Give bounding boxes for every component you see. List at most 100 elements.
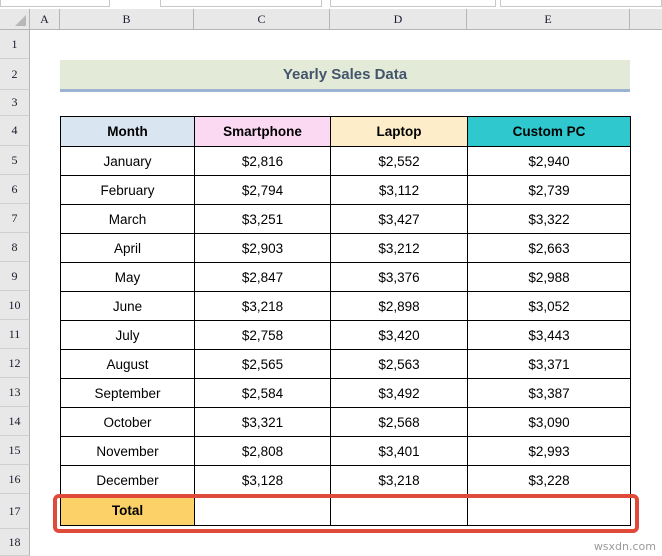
cell-smartphone[interactable]: $3,251 — [195, 205, 331, 234]
row-header-10[interactable]: 10 — [0, 291, 30, 320]
cell-laptop[interactable]: $3,427 — [331, 205, 468, 234]
cell-month[interactable]: October — [61, 408, 195, 437]
cell-smartphone[interactable]: $2,565 — [195, 350, 331, 379]
column-header-custom-pc: Custom PC — [468, 117, 631, 147]
table-row[interactable]: October $3,321 $2,568 $3,090 — [61, 408, 631, 437]
table-row[interactable]: November $2,808 $3,401 $2,993 — [61, 437, 631, 466]
table-row[interactable]: March $3,251 $3,427 $3,322 — [61, 205, 631, 234]
row-header-16[interactable]: 16 — [0, 465, 30, 494]
cell-smartphone[interactable]: $2,816 — [195, 147, 331, 176]
row-header-2[interactable]: 2 — [0, 59, 30, 90]
row-header-14[interactable]: 14 — [0, 407, 30, 436]
cell-custom-pc[interactable]: $2,988 — [468, 263, 631, 292]
cell-laptop[interactable]: $2,568 — [331, 408, 468, 437]
page-title: Yearly Sales Data — [60, 60, 630, 92]
column-header-d[interactable]: D — [330, 9, 467, 30]
cell-custom-pc[interactable]: $3,052 — [468, 292, 631, 321]
table-row[interactable]: January $2,816 $2,552 $2,940 — [61, 147, 631, 176]
cell-total-label[interactable]: Total — [61, 495, 195, 526]
row-header-18[interactable]: 18 — [0, 529, 30, 556]
column-header-a[interactable]: A — [30, 9, 60, 30]
row-header-9[interactable]: 9 — [0, 262, 30, 291]
column-header-b[interactable]: B — [60, 9, 194, 30]
cell-laptop[interactable]: $3,218 — [331, 466, 468, 495]
table-row[interactable]: December $3,128 $3,218 $3,228 — [61, 466, 631, 495]
row-header-5[interactable]: 5 — [0, 146, 30, 175]
cell-custom-pc[interactable]: $3,090 — [468, 408, 631, 437]
cell-laptop[interactable]: $3,376 — [331, 263, 468, 292]
table-row[interactable]: September $2,584 $3,492 $3,387 — [61, 379, 631, 408]
table-row[interactable]: June $3,218 $2,898 $3,052 — [61, 292, 631, 321]
cell-month[interactable]: February — [61, 176, 195, 205]
cell-smartphone[interactable]: $2,903 — [195, 234, 331, 263]
cell-laptop[interactable]: $3,401 — [331, 437, 468, 466]
row-header-17[interactable]: 17 — [0, 494, 30, 529]
cell-laptop[interactable]: $2,898 — [331, 292, 468, 321]
cell-month[interactable]: August — [61, 350, 195, 379]
select-all-triangle-icon — [15, 15, 26, 26]
cell-laptop[interactable]: $3,212 — [331, 234, 468, 263]
cell-laptop[interactable]: $2,563 — [331, 350, 468, 379]
table-total-row[interactable]: Total — [61, 495, 631, 526]
cell-custom-pc[interactable]: $3,228 — [468, 466, 631, 495]
row-header-7[interactable]: 7 — [0, 204, 30, 233]
cell-custom-pc[interactable]: $2,940 — [468, 147, 631, 176]
table-row[interactable]: April $2,903 $3,212 $2,663 — [61, 234, 631, 263]
cell-month[interactable]: January — [61, 147, 195, 176]
column-header-c[interactable]: C — [194, 9, 330, 30]
cell-smartphone[interactable]: $2,847 — [195, 263, 331, 292]
cell-custom-pc[interactable]: $2,739 — [468, 176, 631, 205]
row-header-11[interactable]: 11 — [0, 320, 30, 349]
cell-smartphone[interactable]: $3,128 — [195, 466, 331, 495]
cell-total-custom-pc[interactable] — [468, 495, 631, 526]
row-header-4[interactable]: 4 — [0, 116, 30, 146]
cell-month[interactable]: May — [61, 263, 195, 292]
cell-custom-pc[interactable]: $3,387 — [468, 379, 631, 408]
column-header-smartphone: Smartphone — [195, 117, 331, 147]
cell-month[interactable]: June — [61, 292, 195, 321]
cell-custom-pc[interactable]: $3,371 — [468, 350, 631, 379]
cell-laptop[interactable]: $3,420 — [331, 321, 468, 350]
cell-total-laptop[interactable] — [331, 495, 468, 526]
tab-segment-1[interactable] — [0, 0, 110, 7]
row-header-3[interactable]: 3 — [0, 90, 30, 116]
row-header-8[interactable]: 8 — [0, 233, 30, 262]
table-row[interactable]: July $2,758 $3,420 $3,443 — [61, 321, 631, 350]
cell-month[interactable]: March — [61, 205, 195, 234]
tab-segment-4[interactable] — [500, 0, 662, 7]
cell-smartphone[interactable]: $2,808 — [195, 437, 331, 466]
spreadsheet-canvas: A B C D E 1 2 3 4 5 6 7 8 9 10 11 12 13 … — [0, 0, 662, 556]
row-header-6[interactable]: 6 — [0, 175, 30, 204]
cell-smartphone[interactable]: $3,321 — [195, 408, 331, 437]
table-row[interactable]: August $2,565 $2,563 $3,371 — [61, 350, 631, 379]
row-header-1[interactable]: 1 — [0, 30, 30, 59]
cell-total-smartphone[interactable] — [195, 495, 331, 526]
cell-custom-pc[interactable]: $3,322 — [468, 205, 631, 234]
table-row[interactable]: May $2,847 $3,376 $2,988 — [61, 263, 631, 292]
cell-laptop[interactable]: $3,112 — [331, 176, 468, 205]
cell-month[interactable]: July — [61, 321, 195, 350]
select-all-corner[interactable] — [0, 9, 30, 30]
tab-segment-2[interactable] — [160, 0, 322, 7]
watermark: wsxdn.com — [594, 540, 656, 553]
cell-month[interactable]: November — [61, 437, 195, 466]
cell-laptop[interactable]: $3,492 — [331, 379, 468, 408]
row-header-12[interactable]: 12 — [0, 349, 30, 378]
cell-month[interactable]: December — [61, 466, 195, 495]
tab-segment-3[interactable] — [330, 0, 496, 7]
cell-smartphone[interactable]: $2,794 — [195, 176, 331, 205]
row-header-15[interactable]: 15 — [0, 436, 30, 465]
cell-month[interactable]: September — [61, 379, 195, 408]
row-header-13[interactable]: 13 — [0, 378, 30, 407]
cell-laptop[interactable]: $2,552 — [331, 147, 468, 176]
cell-custom-pc[interactable]: $2,663 — [468, 234, 631, 263]
cell-month[interactable]: April — [61, 234, 195, 263]
cell-smartphone[interactable]: $2,584 — [195, 379, 331, 408]
cell-custom-pc[interactable]: $2,993 — [468, 437, 631, 466]
cell-custom-pc[interactable]: $3,443 — [468, 321, 631, 350]
cell-smartphone[interactable]: $3,218 — [195, 292, 331, 321]
column-header-f[interactable] — [630, 9, 662, 30]
cell-smartphone[interactable]: $2,758 — [195, 321, 331, 350]
table-row[interactable]: February $2,794 $3,112 $2,739 — [61, 176, 631, 205]
column-header-e[interactable]: E — [467, 9, 630, 30]
